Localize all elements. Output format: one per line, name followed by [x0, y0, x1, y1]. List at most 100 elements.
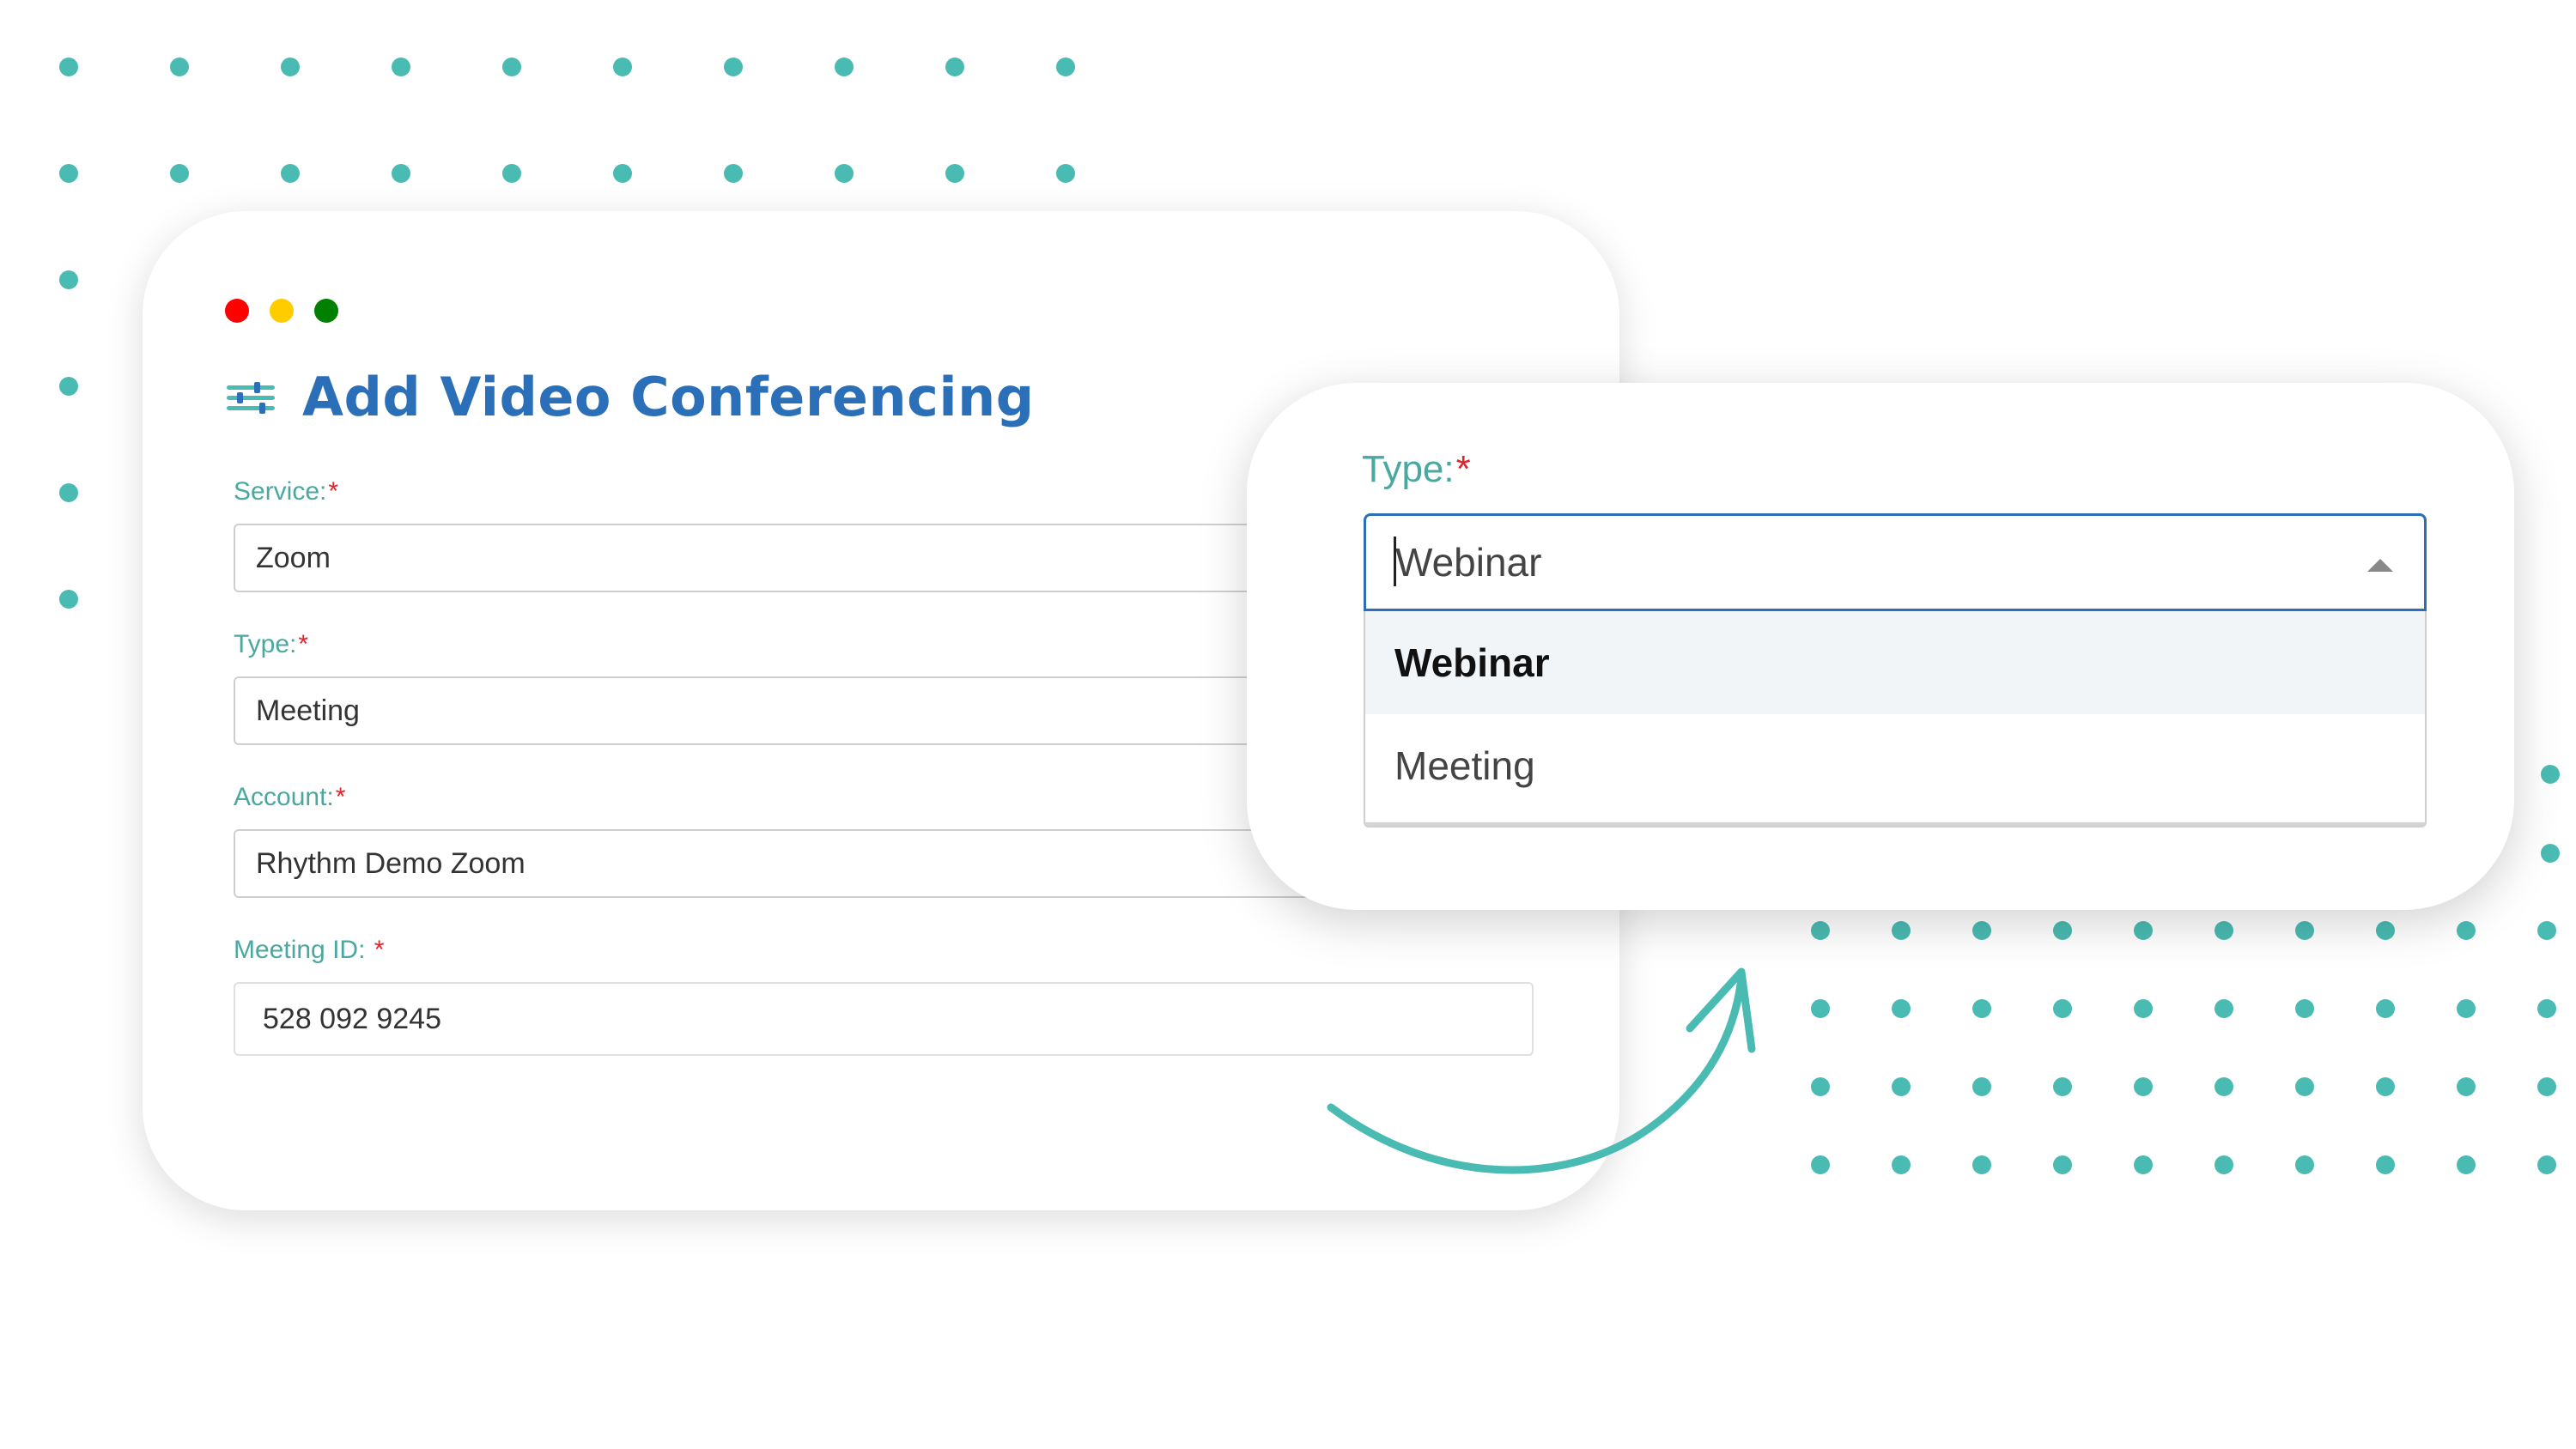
service-select-value: Zoom [256, 541, 331, 574]
required-marker: * [335, 783, 346, 811]
minimize-window-dot[interactable] [270, 299, 294, 323]
decorative-dot [1972, 1077, 1991, 1096]
page-title: Add Video Conferencing [302, 366, 1035, 428]
decorative-dot [613, 58, 632, 76]
decorative-dot [502, 58, 521, 76]
decorative-dot [1811, 1155, 1830, 1174]
service-label: Service:* [234, 477, 338, 506]
decorative-dot [2053, 1155, 2072, 1174]
decorative-dot [170, 58, 189, 76]
close-window-dot[interactable] [225, 299, 249, 323]
decorative-dot [2537, 921, 2556, 940]
decorative-dot [2134, 999, 2153, 1018]
decorative-dot [2215, 1155, 2233, 1174]
service-label-text: Service: [234, 477, 327, 506]
decorative-dot [1811, 999, 1830, 1018]
decorative-dot [2295, 921, 2314, 940]
curved-arrow-icon [1327, 967, 1756, 1174]
account-label: Account:* [234, 783, 345, 812]
decorative-dot [2537, 999, 2556, 1018]
decorative-dot [945, 58, 964, 76]
decorative-dot [59, 270, 78, 289]
decorative-dot [2541, 765, 2560, 784]
decorative-dot [281, 164, 300, 183]
dropdown-option-webinar[interactable]: Webinar [1365, 611, 2425, 714]
decorative-dot [2376, 1077, 2395, 1096]
decorative-dot [1892, 999, 1911, 1018]
decorative-dot [59, 483, 78, 502]
dropdown-option-meeting[interactable]: Meeting [1365, 714, 2425, 817]
decorative-dot [1056, 164, 1075, 183]
required-marker: * [328, 477, 339, 506]
decorative-dot [835, 58, 854, 76]
required-marker: * [298, 630, 309, 658]
decorative-dot [613, 164, 632, 183]
type-dropdown-options: Webinar Meeting [1364, 611, 2427, 828]
decorative-dot [724, 58, 743, 76]
decorative-dot [1972, 1155, 1991, 1174]
account-label-text: Account: [234, 783, 334, 811]
type-select-value: Meeting [256, 694, 360, 727]
type-dropdown-select[interactable]: Webinar [1364, 513, 2427, 611]
decorative-dot [2537, 1077, 2556, 1096]
dropdown-type-label: Type:* [1362, 448, 1471, 491]
type-label: Type:* [234, 630, 308, 659]
decorative-dot [2376, 999, 2395, 1018]
decorative-dot [281, 58, 300, 76]
required-marker: * [1455, 448, 1471, 490]
decorative-dot [2457, 921, 2476, 940]
decorative-dot [1972, 921, 1991, 940]
decorative-dot [2215, 999, 2233, 1018]
decorative-dot [2215, 921, 2233, 940]
decorative-dot [2376, 1155, 2395, 1174]
sliders-icon [227, 381, 275, 414]
decorative-dot [2376, 921, 2395, 940]
decorative-dot [1811, 1077, 1830, 1096]
decorative-dot [945, 164, 964, 183]
decorative-dot [1892, 1077, 1911, 1096]
decorative-dot [2457, 1155, 2476, 1174]
decorative-dot [1892, 921, 1911, 940]
decorative-dot [2053, 1077, 2072, 1096]
decorative-dot [2134, 921, 2153, 940]
required-marker: * [374, 936, 385, 964]
decorative-dot [2134, 1155, 2153, 1174]
type-dropdown-zoom-panel: Type:* Webinar Webinar Meeting [1247, 383, 2514, 910]
decorative-dot [1056, 58, 1075, 76]
decorative-dot [2295, 999, 2314, 1018]
type-label-text: Type: [234, 630, 297, 658]
decorative-dot [59, 377, 78, 396]
dropdown-option-label: Meeting [1394, 743, 1535, 788]
decorative-dot [2295, 1155, 2314, 1174]
meeting-id-label: Meeting ID: * [234, 936, 384, 965]
decorative-dot [2541, 844, 2560, 863]
decorative-dot [2537, 1155, 2556, 1174]
decorative-dot [59, 590, 78, 609]
dropdown-bottom-border [1365, 822, 2425, 826]
caret-up-icon[interactable] [2367, 559, 2393, 572]
decorative-dot [1811, 921, 1830, 940]
meeting-id-input-value: 528 092 9245 [263, 1002, 441, 1035]
decorative-dot [2053, 999, 2072, 1018]
meeting-id-label-text: Meeting ID: [234, 936, 373, 964]
decorative-dot [392, 164, 410, 183]
type-dropdown-value: Webinar [1395, 540, 1542, 585]
dropdown-type-label-text: Type: [1362, 448, 1455, 490]
decorative-dot [2457, 1077, 2476, 1096]
maximize-window-dot[interactable] [314, 299, 338, 323]
decorative-dot [2134, 1077, 2153, 1096]
decorative-dot [2053, 921, 2072, 940]
decorative-dot [1972, 999, 1991, 1018]
decorative-dot [724, 164, 743, 183]
decorative-dot [59, 164, 78, 183]
window-controls [225, 299, 338, 323]
decorative-dot [1892, 1155, 1911, 1174]
decorative-dot [170, 164, 189, 183]
decorative-dot [59, 58, 78, 76]
decorative-dot [502, 164, 521, 183]
account-select-value: Rhythm Demo Zoom [256, 846, 526, 880]
decorative-dot [835, 164, 854, 183]
decorative-dot [392, 58, 410, 76]
decorative-dot [2215, 1077, 2233, 1096]
decorative-dot [2457, 999, 2476, 1018]
